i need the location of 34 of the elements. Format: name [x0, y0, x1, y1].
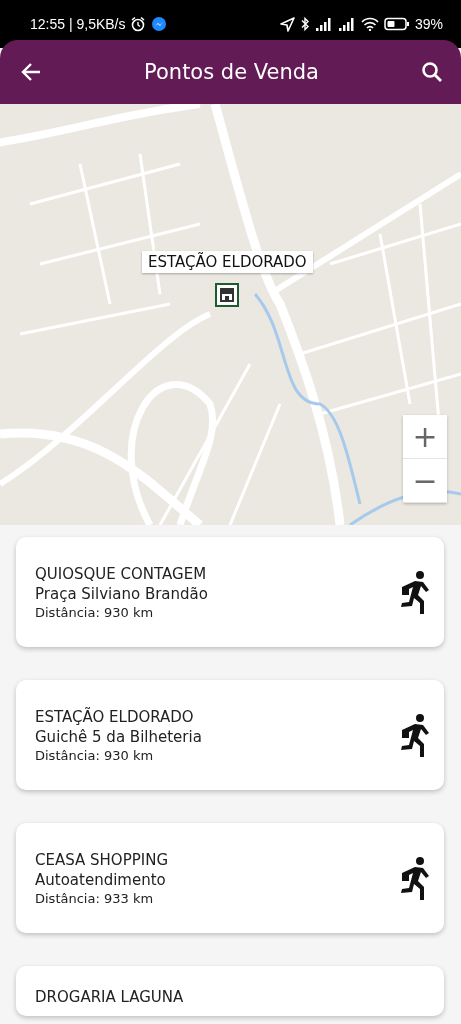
- point-distance: Distância: 933 km: [35, 890, 155, 906]
- marker-label: ESTAÇÃO ELDORADO: [142, 251, 313, 273]
- point-name: CEASA SHOPPING: [35, 850, 168, 869]
- alarm-icon: [130, 16, 147, 32]
- back-arrow-icon: [20, 61, 42, 83]
- bluetooth-icon: [299, 16, 310, 32]
- point-distance: Distância: 930 km: [35, 747, 155, 763]
- point-distance: Distância: 930 km: [35, 604, 155, 620]
- zoom-out-button[interactable]: −: [403, 459, 447, 503]
- search-icon: [421, 61, 443, 83]
- store-marker-icon: [215, 283, 240, 307]
- messenger-icon: [151, 16, 168, 32]
- location-icon: [279, 16, 295, 32]
- point-name: QUIOSQUE CONTAGEM: [35, 564, 208, 583]
- point-name: ESTAÇÃO ELDORADO: [35, 707, 195, 726]
- battery-percentage: 39%: [414, 16, 443, 32]
- point-address: Praça Silviano Brandão: [35, 584, 208, 603]
- screen-title: Pontos de Venda: [144, 60, 319, 84]
- point-card[interactable]: QUIOSQUE CONTAGEM Praça Silviano Brandão Distância: 930 km: [16, 537, 444, 647]
- point-address: Autoatendimento: [35, 870, 167, 889]
- point-address: Guichê 5 da Bilheteria: [35, 727, 202, 746]
- walking-person-icon: [398, 713, 432, 757]
- point-card[interactable]: DROGARIA LAGUNA: [16, 966, 444, 1016]
- status-time: 12:55 | 9,5KB/s: [30, 16, 126, 32]
- zoom-in-button[interactable]: +: [403, 415, 447, 459]
- walking-person-icon: [398, 570, 432, 614]
- walking-person-icon: [398, 856, 432, 900]
- signal-icon: [314, 17, 333, 31]
- point-card[interactable]: ESTAÇÃO ELDORADO Guichê 5 da Bilheteria Distância: 930 km: [16, 680, 444, 790]
- point-card[interactable]: CEASA SHOPPING Autoatendimento Distância: 933 km: [16, 823, 444, 933]
- point-name: DROGARIA LAGUNA: [35, 988, 184, 1006]
- wifi-icon: [360, 17, 379, 31]
- battery-icon: [383, 17, 410, 31]
- signal-icon: [337, 17, 356, 31]
